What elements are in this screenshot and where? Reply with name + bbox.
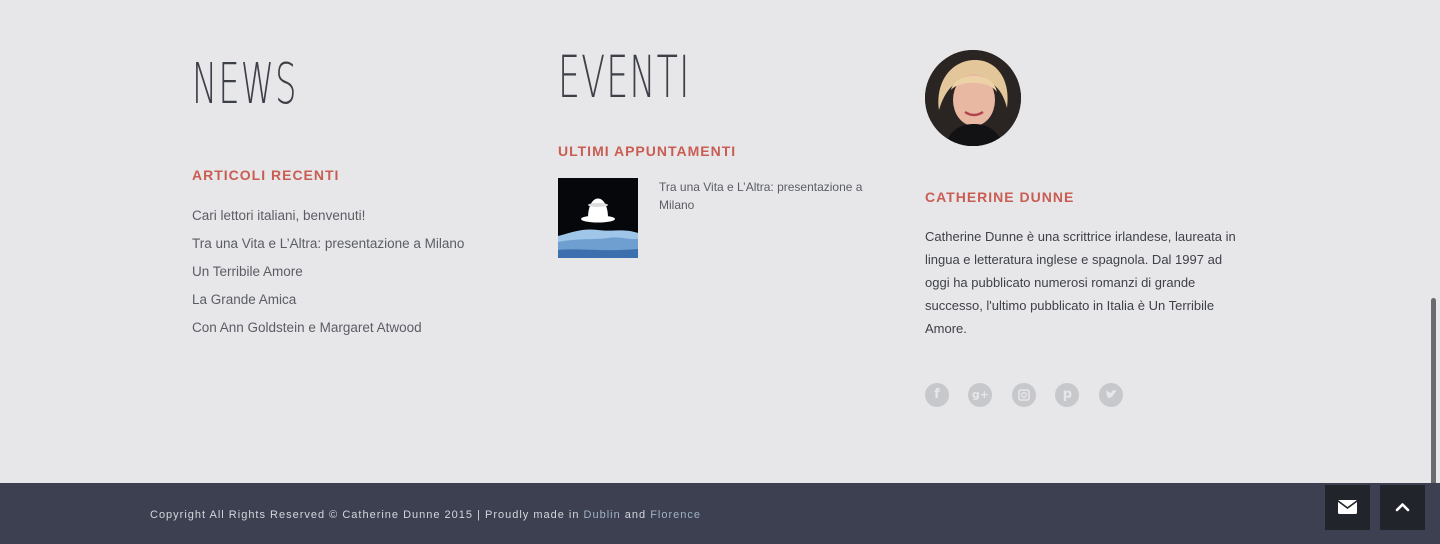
site-footer: Copyright All Rights Reserved © Catherin… (0, 483, 1440, 544)
author-name: CATHERINE DUNNE (925, 189, 1075, 205)
copyright-text: Copyright All Rights Reserved © Catherin… (150, 509, 701, 521)
dublin-link[interactable]: Dublin (584, 509, 621, 521)
author-avatar (925, 50, 1021, 146)
news-title: NEWS (192, 52, 298, 117)
event-item: Tra una Vita e L’Altra: presentazione a … (558, 178, 878, 258)
back-to-top-button[interactable] (1380, 485, 1425, 530)
article-link[interactable]: Con Ann Goldstein e Margaret Atwood (192, 318, 464, 346)
and-label: and (620, 509, 651, 521)
pinterest-icon[interactable]: p (1055, 383, 1080, 407)
event-title-link[interactable]: Tra una Vita e L’Altra: presentazione a … (659, 178, 874, 214)
chevron-up-icon (1395, 503, 1410, 512)
social-links: f g+ p (925, 383, 1138, 407)
recent-articles-list: Cari lettori italiani, benvenuti! Tra un… (192, 206, 464, 346)
author-bio: Catherine Dunne è una scrittrice irlande… (925, 229, 1236, 336)
article-link[interactable]: La Grande Amica (192, 290, 464, 318)
recent-articles-heading: ARTICOLI RECENTI (192, 167, 340, 183)
events-title: EVENTI (558, 43, 691, 111)
article-link[interactable]: Un Terribile Amore (192, 262, 464, 290)
upcoming-events-heading: ULTIMI APPUNTAMENTI (558, 143, 737, 159)
bowler-hat-image[interactable] (558, 178, 638, 258)
google-plus-icon[interactable]: g+ (968, 383, 993, 407)
article-link[interactable]: Tra una Vita e L’Altra: presentazione a … (192, 234, 464, 262)
article-link[interactable]: Cari lettori italiani, benvenuti! (192, 206, 464, 234)
contact-button[interactable] (1325, 485, 1370, 530)
facebook-icon[interactable]: f (925, 383, 949, 407)
florence-link[interactable]: Florence (650, 509, 701, 521)
copyright-label: Copyright All Rights Reserved © Catherin… (150, 509, 584, 521)
twitter-icon[interactable] (1098, 383, 1123, 407)
instagram-icon[interactable] (1011, 383, 1036, 407)
envelope-icon (1337, 500, 1358, 514)
footer-widgets-area: NEWS ARTICOLI RECENTI Cari lettori itali… (0, 0, 1440, 538)
